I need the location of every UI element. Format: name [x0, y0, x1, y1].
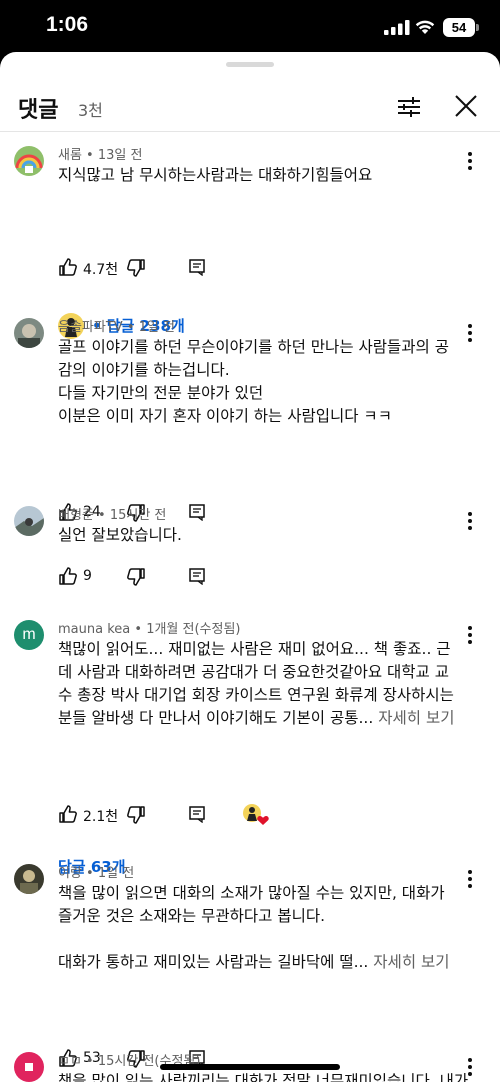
comments-sheet: 댓글 3천 새롬 • 13일 전 지식많고 남 무시하는사람과는 대화하기힘들어…	[0, 52, 500, 1082]
creator-heart-icon	[243, 804, 269, 825]
comment-text-line: 분들 알바생 다 만나서 이야기해도 기본이 공통... 자세히 보기	[58, 707, 468, 730]
avatar[interactable]	[14, 1052, 44, 1082]
comments-title: 댓글	[18, 98, 59, 123]
comment-actions: 4.7천	[58, 257, 318, 279]
comment-time: 13일 전	[97, 148, 143, 163]
comment-time: 15시간 전	[109, 508, 167, 523]
comment-text-line: 즐거운 것은 소재와는 무관하다고 봅니다.	[58, 907, 326, 925]
comment-text-last: 대화가 통하고 재미있는 사람과는 길바닥에 떨...	[58, 953, 369, 971]
like-count: 4.7천	[83, 262, 119, 278]
home-indicator[interactable]	[160, 1064, 340, 1070]
comment-text: 책을 많이 읽는 사람끼리는 대화가 정말 너무재미있습니다. 내가	[58, 1070, 468, 1082]
comment-author[interactable]: 배형준	[58, 508, 94, 523]
comment-text: 실언 잘보았습니다.	[58, 524, 468, 547]
comment-text-last: 분들 알바생 다 만나서 이야기해도 기본이 공통...	[58, 709, 374, 727]
comment-meta: mauna kea • 1개월 전(수정됨)	[58, 622, 241, 637]
comment-meta: 이랑 • 1일 전	[58, 866, 135, 881]
comment-text-line: 대화가 통하고 재미있는 사람과는 길바닥에 떨... 자세히 보기	[58, 951, 468, 974]
thumbs-down-icon[interactable]	[126, 567, 146, 587]
comment-meta: 배형준 • 15시간 전	[58, 508, 167, 523]
thumbs-up-icon[interactable]	[58, 566, 78, 586]
comment-author[interactable]: 새롬	[58, 148, 82, 163]
comment-text-line: 이분은 이미 자기 혼자 이야기 하는 사람입니다 ㅋㅋ	[58, 407, 392, 425]
thumbs-down-icon[interactable]	[126, 805, 146, 825]
avatar[interactable]: m	[14, 620, 44, 650]
avatar-image-icon	[25, 1063, 33, 1071]
battery-indicator: 54	[443, 18, 475, 37]
close-icon[interactable]	[448, 88, 484, 124]
comment-time: 1개월 전(수정됨)	[146, 622, 241, 637]
wifi-icon	[415, 20, 435, 34]
comment-text-line: 책을 많이 읽으면 대화의 소재가 많아질 수는 있지만, 대화가	[58, 884, 445, 902]
comment-meta: 새롬 • 13일 전	[58, 148, 143, 163]
read-more-link[interactable]: 자세히 보기	[378, 709, 454, 727]
avatar-image-icon	[14, 318, 44, 348]
comment-text: 책을 많이 읽으면 대화의 소재가 많아질 수는 있지만, 대화가 즐거운 것은…	[58, 882, 468, 974]
avatar[interactable]	[14, 146, 44, 176]
thumbs-down-icon[interactable]	[126, 258, 146, 278]
battery-nub	[476, 24, 479, 31]
comment-text-line: 골프 이야기를 하던 무슨이야기를 하던 만나는 사람들과의 공	[58, 338, 449, 356]
read-more-link[interactable]: 자세히 보기	[373, 953, 449, 971]
avatar-letter: m	[22, 626, 36, 643]
comment-text-line: 책많이 읽어도... 재미없는 사람은 재미 없어요... 책 좋죠.. 근	[58, 640, 451, 658]
avatar-image-icon	[14, 146, 44, 176]
comment-author[interactable]: 음솔파파TV	[58, 320, 123, 335]
reply-icon[interactable]	[188, 805, 206, 823]
comment-text-line: 수 총장 박사 대기업 회장 카이스트 연구원 화류계 장사하시는	[58, 686, 454, 704]
avatar-image-icon	[14, 864, 44, 894]
avatar[interactable]	[14, 318, 44, 348]
status-bar: 1:06 54	[0, 0, 500, 52]
avatar-image-icon	[14, 506, 44, 536]
reply-icon[interactable]	[188, 567, 206, 585]
sort-filter-icon[interactable]	[392, 90, 426, 124]
comment-meta: 음솔파파TV • 1일 전	[58, 320, 175, 335]
like-count: 2.1천	[83, 809, 119, 825]
avatar[interactable]	[14, 506, 44, 536]
comment-text: 책많이 읽어도... 재미없는 사람은 재미 없어요... 책 좋죠.. 근 데…	[58, 638, 468, 730]
thumbs-up-icon[interactable]	[58, 257, 78, 277]
comment-author[interactable]: 이랑	[58, 866, 82, 881]
drag-handle[interactable]	[226, 62, 274, 67]
comment-text-line: 실언 잘보았습니다.	[58, 526, 182, 544]
comment-text-line: 다들 자기만의 전문 분야가 있던	[58, 384, 264, 402]
comment-actions: 2.1천	[58, 804, 318, 826]
comment-text: 골프 이야기를 하던 무슨이야기를 하던 만나는 사람들과의 공 감의 이야기를…	[58, 336, 468, 428]
comment-text-line: 책을 많이 읽는 사람끼리는 대화가 정말 너무재미있습니다. 내가	[58, 1072, 468, 1082]
comment-actions: 9	[58, 566, 318, 588]
comment-time: 1일 전	[97, 866, 135, 881]
comment-author[interactable]: ㅁㅁ	[58, 1054, 82, 1069]
comment-text-line	[58, 928, 468, 951]
comment-time: 1일 전	[138, 320, 175, 335]
like-count: 9	[83, 568, 92, 584]
comments-count: 3천	[78, 101, 103, 120]
comment-text: 지식많고 남 무시하는사람과는 대화하기힘들어요	[58, 164, 468, 187]
avatar[interactable]	[14, 864, 44, 894]
cellular-signal-icon	[384, 20, 410, 35]
comment-text-line: 감의 이야기를 하는겁니다.	[58, 361, 230, 379]
comments-header: 댓글 3천	[0, 80, 500, 132]
reply-icon[interactable]	[188, 258, 206, 276]
thumbs-up-icon[interactable]	[58, 804, 78, 824]
reply-icon[interactable]	[188, 503, 206, 521]
comment-author[interactable]: mauna kea	[58, 622, 130, 637]
comment-text-line: 데 사람과 대화하려면 공감대가 더 중요한것같아요 대학교 교	[58, 663, 449, 681]
comment-text-line: 지식많고 남 무시하는사람과는 대화하기힘들어요	[58, 166, 373, 184]
status-time: 1:06	[46, 13, 89, 36]
